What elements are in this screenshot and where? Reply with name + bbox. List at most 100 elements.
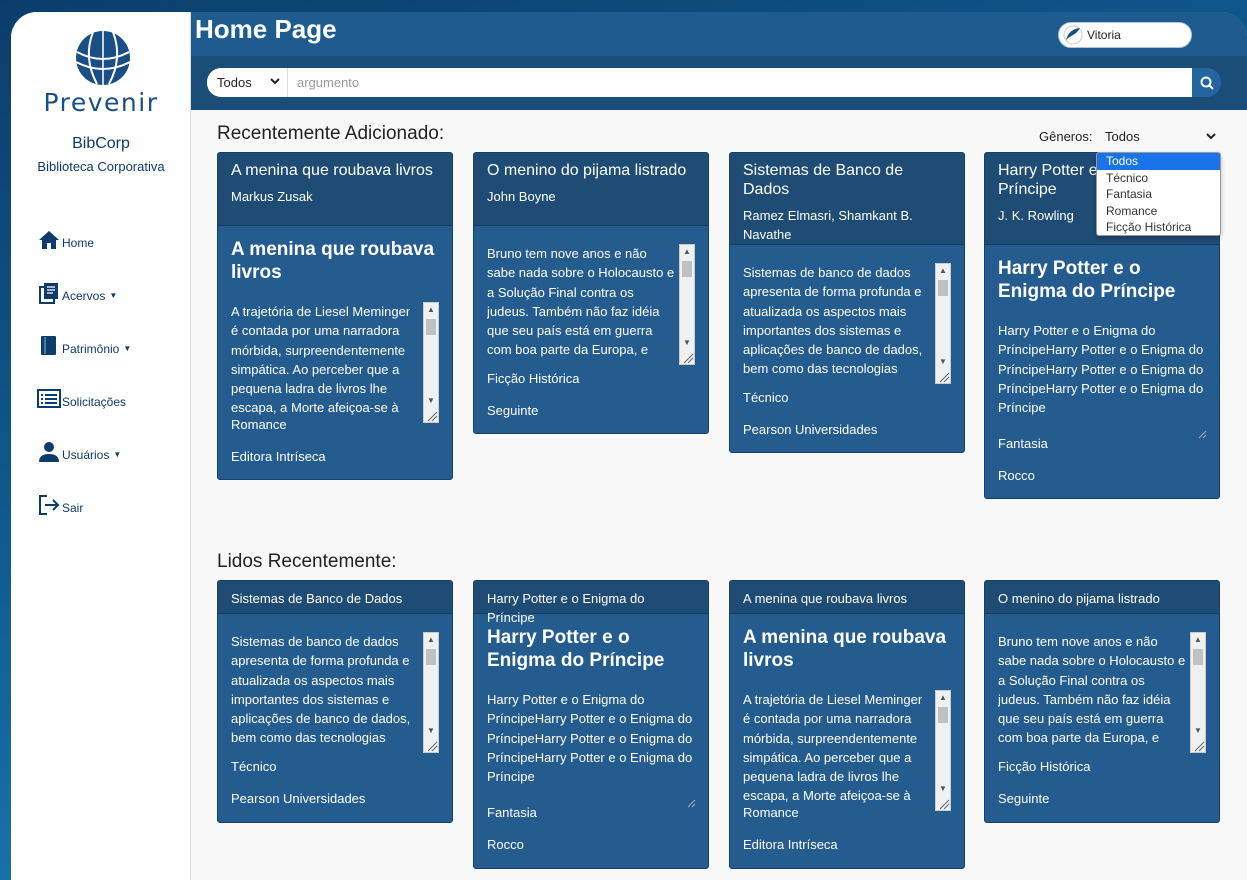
- scroll-down-icon: ▼: [1194, 726, 1202, 735]
- description-scrollbar[interactable]: ▲ ▼: [935, 263, 951, 384]
- caret-down-icon: ▼: [123, 344, 132, 353]
- card-big-title: A menina que roubava livros: [743, 627, 947, 671]
- card-description: Bruno tem nove anos e não sabe nada sobr…: [487, 246, 675, 364]
- card-publisher: Seguinte: [998, 791, 1050, 806]
- scroll-up-icon: ▲: [427, 305, 435, 314]
- book-card[interactable]: Sistemas de Banco de Dados Ramez Elmasri…: [729, 152, 965, 453]
- scroll-thumb: [938, 707, 948, 723]
- sidebar-item-label: Sair: [62, 501, 84, 515]
- book-card[interactable]: O menino do pijama listrado John Boyne B…: [473, 152, 709, 434]
- sidebar-item-label: Home: [62, 236, 95, 250]
- caret-down-icon: ▼: [109, 291, 118, 300]
- resize-grip-icon: [683, 353, 694, 364]
- card-title: Harry Potter e o Enigma do Príncipe: [487, 591, 645, 625]
- logo-text: Prevenir: [43, 88, 159, 117]
- resize-grip-icon: [1194, 741, 1205, 752]
- description-scrollbar[interactable]: ▲ ▼: [935, 690, 951, 811]
- description-scrollbar[interactable]: ▲ ▼: [1190, 632, 1206, 753]
- card-title: Sistemas de Banco de Dados: [231, 591, 403, 606]
- card-genre: Fantasia: [998, 436, 1048, 451]
- search-category-select[interactable]: Todos: [207, 68, 288, 97]
- card-header: O menino do pijama listrado: [985, 581, 1219, 614]
- description-scrollbar[interactable]: ▲ ▼: [423, 302, 439, 423]
- card-genre: Técnico: [743, 390, 789, 405]
- sidebar-item-solicitacoes[interactable]: Solicitações: [37, 358, 131, 411]
- card-description: A trajetória de Liesel Meminger é contad…: [231, 304, 411, 422]
- description-scrollbar[interactable]: ▲ ▼: [423, 632, 439, 753]
- user-menu[interactable]: Vitoria: [1058, 22, 1192, 48]
- card-description: Harry Potter e o Enigma do PríncipeHarry…: [998, 323, 1204, 416]
- card-description: Sistemas de banco de dados apresenta de …: [743, 265, 923, 383]
- book-card[interactable]: O menino do pijama listrado Bruno tem no…: [984, 580, 1220, 823]
- dropdown-option[interactable]: Técnico: [1097, 170, 1220, 187]
- scroll-down-icon: ▼: [427, 726, 435, 735]
- sidebar: Prevenir BibCorp Biblioteca Corporativa …: [11, 12, 191, 880]
- card-description: Bruno tem nove anos e não sabe nada sobr…: [998, 634, 1186, 752]
- genre-filter-value: Todos: [1105, 128, 1140, 144]
- book-card[interactable]: Sistemas de Banco de Dados Sistemas de b…: [217, 580, 453, 823]
- scroll-thumb: [682, 261, 692, 277]
- card-genre: Ficção Histórica: [998, 759, 1091, 774]
- card-author: Markus Zusak: [231, 189, 313, 204]
- resize-grip-icon[interactable]: [1197, 429, 1207, 439]
- sidebar-item-usuarios[interactable]: Usuários ▼: [37, 411, 131, 464]
- sidebar-item-home[interactable]: Home: [37, 224, 131, 252]
- genre-filter-select[interactable]: Todos: [1095, 124, 1221, 148]
- scroll-down-icon: ▼: [939, 784, 947, 793]
- search-bar: Todos: [207, 68, 1221, 97]
- card-author: John Boyne: [487, 189, 556, 204]
- scroll-up-icon: ▲: [427, 635, 435, 644]
- resize-grip-icon: [939, 799, 950, 810]
- list-icon: [37, 389, 61, 408]
- scroll-up-icon: ▲: [939, 266, 947, 275]
- card-big-title: Harry Potter e o Enigma do Príncipe: [998, 258, 1176, 302]
- card-description: A trajetória de Liesel Meminger é contad…: [743, 692, 923, 810]
- card-body: Harry Potter e o Enigma do Príncipe Harr…: [474, 626, 708, 808]
- sidebar-item-acervos[interactable]: Acervos ▼: [37, 252, 131, 305]
- logout-icon: [39, 495, 60, 515]
- dropdown-option[interactable]: Todos: [1097, 153, 1220, 170]
- scroll-down-icon: ▼: [427, 396, 435, 405]
- home-icon: [39, 231, 59, 249]
- book-card[interactable]: A menina que roubava livros Markus Zusak…: [217, 152, 453, 480]
- search-input[interactable]: [288, 68, 1192, 97]
- sidebar-item-patrimonio[interactable]: Patrimônio ▼: [37, 305, 131, 358]
- card-header: O menino do pijama listrado John Boyne: [474, 153, 708, 226]
- sidebar-item-sair[interactable]: Sair: [37, 464, 131, 517]
- caret-down-icon: ▼: [113, 450, 122, 459]
- card-author: Ramez Elmasri, Shamkant B. Navathe: [743, 208, 913, 242]
- chevron-down-icon: [270, 78, 280, 85]
- sidebar-nav: Home Acervos ▼ Patrimônio ▼ Solicitações…: [37, 224, 131, 517]
- resize-grip-icon[interactable]: [686, 798, 696, 808]
- card-description: Harry Potter e o Enigma do PríncipeHarry…: [487, 692, 693, 785]
- card-genre: Romance: [743, 805, 799, 820]
- dropdown-option[interactable]: Ficção Histórica: [1097, 219, 1220, 235]
- description-scrollbar[interactable]: ▲ ▼: [679, 244, 695, 365]
- card-publisher: Pearson Universidades: [231, 791, 366, 806]
- book-icon: [41, 336, 56, 355]
- card-publisher: Rocco: [487, 837, 524, 852]
- books-icon: [39, 283, 58, 304]
- scroll-up-icon: ▲: [1194, 635, 1202, 644]
- header-top: Home Page Vitoria: [191, 12, 1247, 56]
- dropdown-option[interactable]: Romance: [1097, 203, 1220, 220]
- card-title: O menino do pijama listrado: [487, 162, 687, 179]
- search-button[interactable]: [1192, 68, 1221, 97]
- book-card[interactable]: A menina que roubava livros A menina que…: [729, 580, 965, 869]
- card-genre: Técnico: [231, 759, 277, 774]
- card-publisher: Rocco: [998, 468, 1035, 483]
- resize-grip-icon: [427, 741, 438, 752]
- card-title: O menino do pijama listrado: [998, 591, 1160, 606]
- card-description: Sistemas de banco de dados apresenta de …: [231, 634, 411, 752]
- scroll-up-icon: ▲: [939, 693, 947, 702]
- card-body: A menina que roubava livros A trajetória…: [730, 626, 964, 811]
- scroll-down-icon: ▼: [683, 338, 691, 347]
- dropdown-option[interactable]: Fantasia: [1097, 186, 1220, 203]
- card-publisher: Editora Intríseca: [743, 837, 838, 852]
- chevron-down-icon: [1206, 133, 1216, 140]
- search-category-value: Todos: [217, 75, 252, 90]
- card-publisher: Pearson Universidades: [743, 422, 878, 437]
- book-card[interactable]: Harry Potter e o Enigma do Príncipe Harr…: [473, 580, 709, 869]
- card-genre: Ficção Histórica: [487, 371, 580, 386]
- sidebar-item-label: Acervos: [62, 289, 106, 303]
